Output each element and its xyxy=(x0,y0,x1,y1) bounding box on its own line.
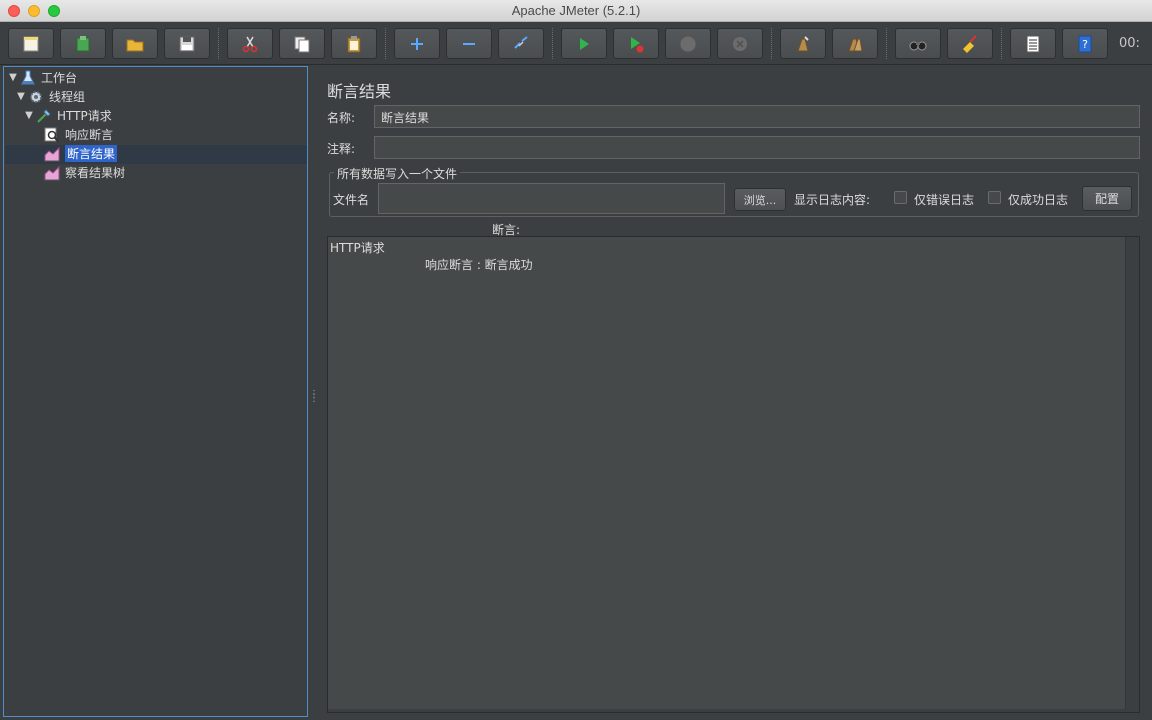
templates-icon xyxy=(76,35,90,51)
title-bar: Apache JMeter (5.2.1) xyxy=(0,0,1152,22)
file-output-group-label: 所有数据写入一个文件 xyxy=(334,165,461,182)
horizontal-scrollbar[interactable] xyxy=(328,709,1139,712)
start-button[interactable] xyxy=(561,28,607,59)
start-icon xyxy=(580,37,589,50)
success-only-label: 仅成功日志 xyxy=(1008,193,1069,207)
shutdown-button[interactable] xyxy=(717,28,763,59)
clear-all-icon xyxy=(848,38,863,51)
help-icon: ? xyxy=(1078,35,1092,52)
errors-only-label: 仅错误日志 xyxy=(914,193,975,207)
new-button[interactable] xyxy=(8,28,54,59)
collapse-all-button[interactable] xyxy=(446,28,492,59)
clear-icon xyxy=(797,35,809,51)
paste-icon xyxy=(347,35,361,52)
reset-search-icon xyxy=(963,34,977,53)
tree-node-label: 响应断言 xyxy=(65,128,114,142)
configure-button[interactable]: 配置 xyxy=(1082,186,1132,211)
open-button[interactable] xyxy=(112,28,158,59)
cut-icon xyxy=(242,36,258,52)
jmeter-window: Apache JMeter (5.2.1) ? 00: ▼ 工作台 ▼ 线程组 … xyxy=(0,0,1152,720)
test-plan-icon xyxy=(19,69,37,87)
function-helper-icon xyxy=(1026,35,1040,52)
copy-icon xyxy=(294,36,310,52)
search-icon xyxy=(909,41,927,50)
start-no-pauses-button[interactable] xyxy=(613,28,659,59)
clear-button[interactable] xyxy=(780,28,826,59)
name-label: 名称: xyxy=(327,111,356,125)
tree-node-label: 线程组 xyxy=(49,90,86,104)
name-field[interactable]: 断言结果 xyxy=(374,105,1140,128)
shutdown-icon xyxy=(733,36,747,51)
expand-all-button[interactable] xyxy=(394,28,440,59)
toolbar-separator xyxy=(218,28,219,59)
reset-search-button[interactable] xyxy=(947,28,993,59)
new-icon xyxy=(23,36,39,51)
search-button[interactable] xyxy=(895,28,941,59)
test-plan-tree: ▼ 工作台 ▼ 线程组 ▼ HTTP请求 响应断言 断言结果 察看结果树 xyxy=(3,66,308,717)
collapse-icon xyxy=(463,42,475,45)
start-no-pause-icon xyxy=(631,36,644,52)
elapsed-timer: 00: xyxy=(1119,36,1140,51)
function-helper-button[interactable] xyxy=(1010,28,1056,59)
tree-node-thread-group[interactable]: ▼ 线程组 xyxy=(15,87,85,106)
browse-button[interactable]: 浏览... xyxy=(734,188,786,211)
toolbar-separator xyxy=(385,28,386,59)
thread-group-icon xyxy=(27,88,45,106)
toggle-button[interactable] xyxy=(498,28,544,59)
tree-node-view-results-tree[interactable]: 察看结果树 xyxy=(43,163,125,182)
help-button[interactable]: ? xyxy=(1062,28,1108,59)
save-icon xyxy=(179,36,195,51)
filename-field[interactable] xyxy=(378,183,725,214)
cut-button[interactable] xyxy=(227,28,273,59)
assertion-results-icon xyxy=(43,145,61,163)
paste-button[interactable] xyxy=(331,28,377,59)
split-pane-divider[interactable]: ⋮ ⋮ xyxy=(309,390,319,404)
tree-node-label: 断言结果 xyxy=(65,145,118,162)
toolbar: ? 00: xyxy=(0,22,1152,65)
vertical-scrollbar[interactable] xyxy=(1125,237,1139,712)
errors-only-checkbox[interactable] xyxy=(894,191,907,204)
log-content-label: 显示日志内容: xyxy=(794,193,871,207)
response-assertion-icon xyxy=(43,126,61,144)
toggle-icon xyxy=(514,35,528,49)
expand-arrow-icon[interactable]: ▼ xyxy=(15,91,27,102)
tree-node-label: HTTP请求 xyxy=(57,109,112,123)
view-results-tree-icon xyxy=(43,164,61,182)
toolbar-separator xyxy=(886,28,887,59)
tree-node-label: 察看结果树 xyxy=(65,166,126,180)
tree-node-response-assertion[interactable]: 响应断言 xyxy=(43,125,113,144)
success-only-checkbox[interactable] xyxy=(988,191,1001,204)
tree-node-test-plan[interactable]: ▼ 工作台 xyxy=(7,68,77,87)
expand-icon xyxy=(411,37,423,50)
panel-title: 断言结果 xyxy=(327,82,392,101)
filename-label: 文件名 xyxy=(333,193,370,207)
copy-button[interactable] xyxy=(279,28,325,59)
comment-field[interactable] xyxy=(374,136,1140,159)
http-sampler-icon xyxy=(35,107,53,125)
toolbar-separator xyxy=(771,28,772,59)
expand-arrow-icon[interactable]: ▼ xyxy=(7,72,19,83)
result-assertion-line: 响应断言 : 断言成功 xyxy=(425,258,533,272)
result-sampler-line: HTTP请求 xyxy=(330,241,385,255)
toolbar-separator xyxy=(552,28,553,59)
comment-label: 注释: xyxy=(327,142,356,156)
open-icon xyxy=(126,39,144,51)
tree-node-http-request[interactable]: ▼ HTTP请求 xyxy=(23,106,112,125)
tree-node-assertion-results[interactable]: 断言结果 xyxy=(43,144,118,163)
templates-button[interactable] xyxy=(60,28,106,59)
tree-node-label: 工作台 xyxy=(41,71,78,85)
window-title: Apache JMeter (5.2.1) xyxy=(511,3,641,18)
stop-icon xyxy=(679,35,697,52)
svg-text:?: ? xyxy=(1082,38,1088,51)
stop-button[interactable] xyxy=(665,28,711,59)
save-button[interactable] xyxy=(164,28,210,59)
clear-all-button[interactable] xyxy=(832,28,878,59)
toolbar-separator xyxy=(1001,28,1002,59)
expand-arrow-icon[interactable]: ▼ xyxy=(23,110,35,121)
assertion-results-area[interactable]: HTTP请求 响应断言 : 断言成功 xyxy=(327,236,1140,713)
